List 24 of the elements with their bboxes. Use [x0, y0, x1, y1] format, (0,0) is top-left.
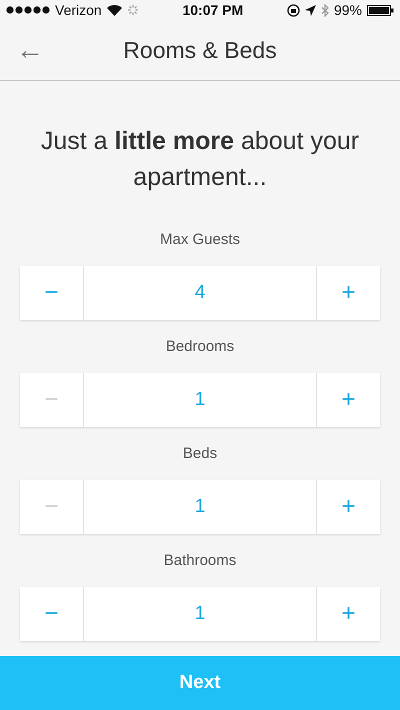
location-icon	[304, 4, 316, 16]
increment-button[interactable]: +	[317, 587, 380, 641]
increment-button[interactable]: +	[317, 373, 380, 427]
battery-icon	[367, 4, 394, 16]
stepper-label: Max Guests	[158, 230, 242, 250]
signal-icon	[6, 6, 50, 14]
increment-button[interactable]: +	[317, 266, 380, 320]
battery-percent: 99%	[334, 2, 362, 18]
headline: Just a little more about your apartment...	[40, 126, 360, 193]
screen-title: Rooms & Beds	[122, 36, 278, 64]
stepper-label: Bedrooms	[164, 337, 236, 357]
increment-button[interactable]: +	[317, 480, 380, 534]
decrement-button[interactable]: −	[20, 587, 83, 641]
rotation-lock-icon	[286, 4, 300, 16]
next-button[interactable]: Next	[0, 656, 400, 710]
wifi-icon	[106, 4, 122, 16]
status-time: 10:07 PM	[182, 2, 244, 18]
bluetooth-icon	[320, 4, 329, 16]
carrier-name: Verizon	[55, 2, 102, 18]
stepper-label: Beds	[182, 444, 218, 464]
decrement-button[interactable]: −	[20, 266, 83, 320]
stepper-label: Bathrooms	[162, 551, 238, 571]
spinner-icon	[126, 4, 139, 16]
back-button[interactable]: ←	[0, 34, 60, 66]
